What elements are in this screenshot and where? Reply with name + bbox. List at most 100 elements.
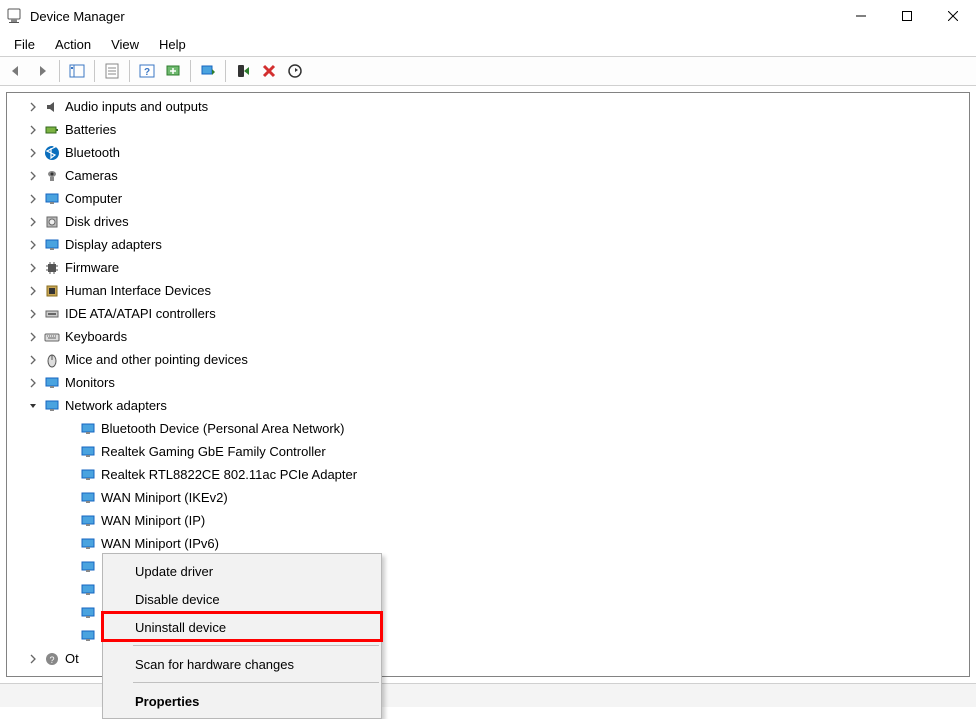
- uninstall-device-button[interactable]: [257, 59, 281, 83]
- monitor-icon: [43, 236, 61, 254]
- net-icon: [79, 489, 97, 507]
- context-scan-hardware[interactable]: Scan for hardware changes: [105, 650, 379, 678]
- svg-text:?: ?: [49, 655, 54, 665]
- tree-node-label: Realtek RTL8822CE 802.11ac PCIe Adapter: [101, 467, 357, 482]
- tree-node[interactable]: WAN Miniport (IPv6): [7, 532, 969, 555]
- tree-node-label: Network adapters: [65, 398, 167, 413]
- update-driver-button[interactable]: [196, 59, 220, 83]
- chevron-right-icon[interactable]: [25, 306, 41, 322]
- ide-icon: [43, 305, 61, 323]
- chevron-right-icon[interactable]: [25, 122, 41, 138]
- app-icon: [6, 8, 22, 24]
- context-separator: [133, 682, 379, 683]
- chevron-right-icon[interactable]: [25, 283, 41, 299]
- tree-node-label: Monitors: [65, 375, 115, 390]
- mouse-icon: [43, 351, 61, 369]
- chevron-right-icon[interactable]: [25, 99, 41, 115]
- tree-node-label: WAN Miniport (IP): [101, 513, 205, 528]
- tree-node[interactable]: Network adapters: [7, 394, 969, 417]
- menu-action[interactable]: Action: [47, 35, 99, 54]
- enable-device-button[interactable]: [231, 59, 255, 83]
- scan-hardware-button[interactable]: [161, 59, 185, 83]
- close-button[interactable]: [930, 0, 976, 32]
- svg-text:?: ?: [144, 67, 150, 78]
- menu-help[interactable]: Help: [151, 35, 194, 54]
- tree-node-label: Computer: [65, 191, 122, 206]
- monitor-icon: [43, 190, 61, 208]
- tree-node-label: WAN Miniport (IKEv2): [101, 490, 228, 505]
- tree-node[interactable]: Keyboards: [7, 325, 969, 348]
- keyboard-icon: [43, 328, 61, 346]
- tree-node-label: Human Interface Devices: [65, 283, 211, 298]
- tree-node[interactable]: IDE ATA/ATAPI controllers: [7, 302, 969, 325]
- tree-node[interactable]: Display adapters: [7, 233, 969, 256]
- window-title: Device Manager: [30, 9, 125, 24]
- context-separator: [133, 645, 379, 646]
- chevron-right-icon[interactable]: [25, 214, 41, 230]
- context-uninstall-device[interactable]: Uninstall device: [105, 613, 379, 641]
- tree-node-label: Bluetooth Device (Personal Area Network): [101, 421, 345, 436]
- other-icon: ?: [43, 650, 61, 668]
- tree-node-label: Ot: [65, 651, 79, 666]
- minimize-button[interactable]: [838, 0, 884, 32]
- tree-node-label: Disk drives: [65, 214, 129, 229]
- maximize-button[interactable]: [884, 0, 930, 32]
- tree-node-label: IDE ATA/ATAPI controllers: [65, 306, 216, 321]
- net-icon: [79, 443, 97, 461]
- tree-node[interactable]: Audio inputs and outputs: [7, 95, 969, 118]
- back-button[interactable]: [4, 59, 28, 83]
- tree-node-label: Realtek Gaming GbE Family Controller: [101, 444, 326, 459]
- tree-node[interactable]: Disk drives: [7, 210, 969, 233]
- chevron-down-icon[interactable]: [25, 398, 41, 414]
- chevron-right-icon[interactable]: [25, 651, 41, 667]
- menu-file[interactable]: File: [6, 35, 43, 54]
- net-icon: [79, 466, 97, 484]
- chevron-right-icon[interactable]: [25, 191, 41, 207]
- context-properties[interactable]: Properties: [105, 687, 379, 715]
- tree-node-label: Cameras: [65, 168, 118, 183]
- tree-node-label: Keyboards: [65, 329, 127, 344]
- tree-node[interactable]: Monitors: [7, 371, 969, 394]
- chevron-right-icon[interactable]: [25, 260, 41, 276]
- chevron-right-icon[interactable]: [25, 168, 41, 184]
- tree-node-label: Mice and other pointing devices: [65, 352, 248, 367]
- tree-node[interactable]: WAN Miniport (IP): [7, 509, 969, 532]
- net-icon: [79, 627, 97, 645]
- disable-device-button[interactable]: [283, 59, 307, 83]
- tree-node-label: Batteries: [65, 122, 116, 137]
- tree-node[interactable]: WAN Miniport (IKEv2): [7, 486, 969, 509]
- chevron-right-icon[interactable]: [25, 375, 41, 391]
- menu-view[interactable]: View: [103, 35, 147, 54]
- tree-node[interactable]: Mice and other pointing devices: [7, 348, 969, 371]
- net-icon: [79, 604, 97, 622]
- titlebar: Device Manager: [0, 0, 976, 32]
- tree-node[interactable]: Bluetooth Device (Personal Area Network): [7, 417, 969, 440]
- tree-node[interactable]: Realtek Gaming GbE Family Controller: [7, 440, 969, 463]
- chevron-right-icon[interactable]: [25, 237, 41, 253]
- show-hide-console-tree-button[interactable]: [65, 59, 89, 83]
- tree-node[interactable]: Realtek RTL8822CE 802.11ac PCIe Adapter: [7, 463, 969, 486]
- tree-node-label: Bluetooth: [65, 145, 120, 160]
- chip-icon: [43, 259, 61, 277]
- forward-button[interactable]: [30, 59, 54, 83]
- hid-icon: [43, 282, 61, 300]
- toolbar: ?: [0, 56, 976, 86]
- chevron-right-icon[interactable]: [25, 329, 41, 345]
- context-update-driver[interactable]: Update driver: [105, 557, 379, 585]
- context-disable-device[interactable]: Disable device: [105, 585, 379, 613]
- tree-node-label: Display adapters: [65, 237, 162, 252]
- tree-node[interactable]: Cameras: [7, 164, 969, 187]
- chevron-right-icon[interactable]: [25, 352, 41, 368]
- properties-button[interactable]: [100, 59, 124, 83]
- tree-node-label: Firmware: [65, 260, 119, 275]
- net-icon: [79, 512, 97, 530]
- tree-node[interactable]: Bluetooth: [7, 141, 969, 164]
- tree-node[interactable]: Human Interface Devices: [7, 279, 969, 302]
- tree-node[interactable]: Firmware: [7, 256, 969, 279]
- tree-node[interactable]: Batteries: [7, 118, 969, 141]
- help-button[interactable]: ?: [135, 59, 159, 83]
- context-menu: Update driver Disable device Uninstall d…: [102, 553, 382, 719]
- chevron-right-icon[interactable]: [25, 145, 41, 161]
- network-icon: [43, 397, 61, 415]
- tree-node[interactable]: Computer: [7, 187, 969, 210]
